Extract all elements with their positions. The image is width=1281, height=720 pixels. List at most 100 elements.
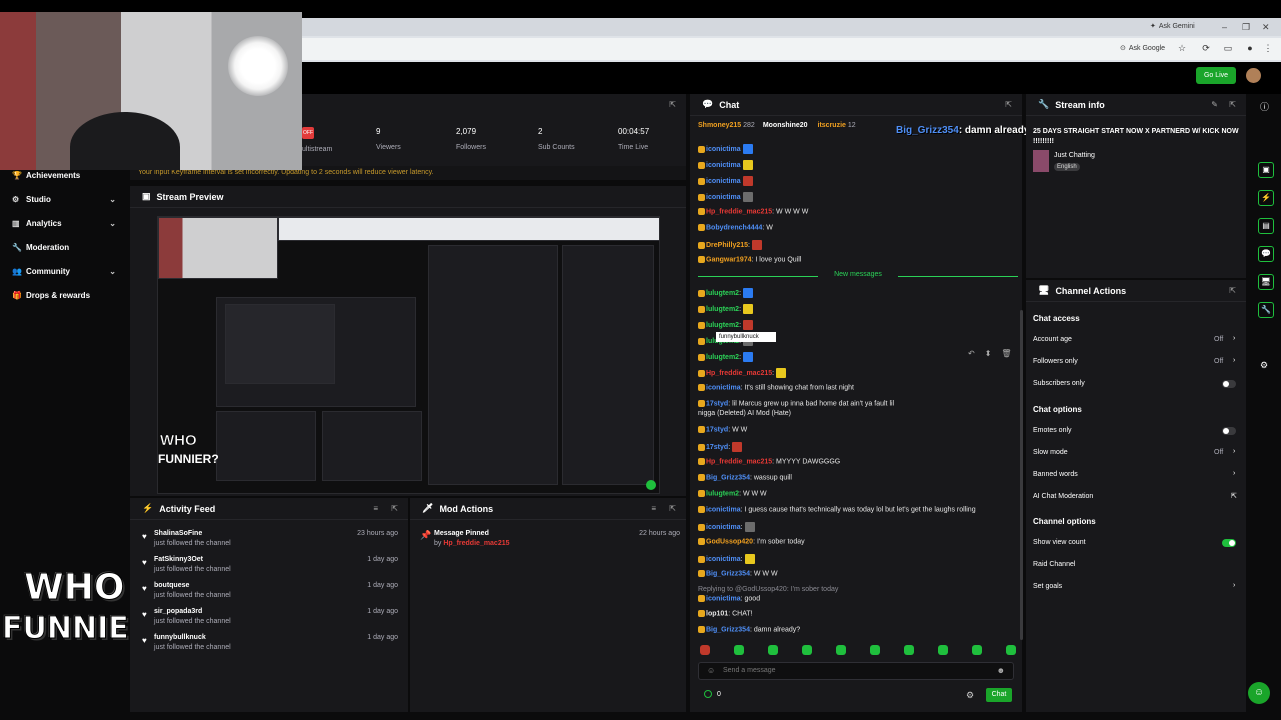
raid-channel-label[interactable]: Raid Channel bbox=[1033, 561, 1075, 568]
popout-icon[interactable]: ⇱ bbox=[1229, 100, 1236, 109]
star-icon[interactable]: ☆ bbox=[1176, 42, 1188, 54]
chat-message[interactable]: iconictima bbox=[698, 160, 756, 170]
chat-username[interactable]: Big_Grizz354 bbox=[706, 570, 750, 577]
chat-message[interactable]: Replying to @GodUssop420: I'm sober toda… bbox=[698, 586, 838, 593]
quick-emote-icon[interactable] bbox=[836, 645, 846, 655]
chevron-right-icon[interactable]: › bbox=[1233, 357, 1235, 364]
rail-button-4[interactable]: 💬 bbox=[1258, 246, 1274, 262]
quick-emote-icon[interactable] bbox=[972, 645, 982, 655]
filter-icon[interactable]: ≡ bbox=[373, 504, 378, 513]
chat-username[interactable]: iconictima bbox=[706, 146, 741, 153]
account-age-value[interactable]: Off bbox=[1214, 336, 1223, 343]
menu-icon[interactable]: ⋮ bbox=[1262, 42, 1274, 54]
follower-name[interactable]: ShalinaSoFine bbox=[154, 530, 202, 537]
chevron-right-icon[interactable]: › bbox=[1233, 335, 1235, 342]
chat-username[interactable]: iconictima bbox=[706, 595, 741, 602]
rail-button-2[interactable]: ⚡ bbox=[1258, 190, 1274, 206]
sidebar-item-community[interactable]: 👥 Community ⌄ bbox=[12, 262, 122, 280]
profile-icon[interactable]: ● bbox=[1244, 42, 1256, 54]
chat-message[interactable]: lulugtem2: bbox=[698, 352, 756, 362]
show-view-count-toggle[interactable] bbox=[1222, 539, 1236, 547]
set-goals-label[interactable]: Set goals bbox=[1033, 583, 1062, 590]
chevron-down-icon[interactable]: ⌄ bbox=[109, 267, 116, 276]
chat-send-button[interactable]: Chat bbox=[986, 688, 1012, 702]
chat-username[interactable]: Gangwar1974 bbox=[706, 256, 752, 263]
chat-message[interactable]: Gangwar1974: I love you Quill bbox=[698, 256, 801, 263]
quick-emote-icon[interactable] bbox=[700, 645, 710, 655]
chat-username[interactable]: DrePhilly215 bbox=[706, 242, 748, 249]
stream-preview-video[interactable]: WHO FUNNIER? bbox=[157, 216, 660, 494]
channel-points[interactable]: 0 bbox=[704, 690, 721, 698]
slow-mode-value[interactable]: Off bbox=[1214, 449, 1223, 456]
sidebar-item-analytics[interactable]: ▥ Analytics ⌄ bbox=[12, 214, 122, 232]
subscribers-only-toggle[interactable] bbox=[1222, 380, 1236, 388]
rail-button-1[interactable]: ▣ bbox=[1258, 162, 1274, 178]
chat-message[interactable]: lulugtem2: bbox=[698, 320, 756, 330]
chat-settings-icon[interactable]: ⚙ bbox=[966, 690, 974, 701]
chat-username[interactable]: iconictima bbox=[706, 194, 741, 201]
followers-only-value[interactable]: Off bbox=[1214, 358, 1223, 365]
new-messages-divider[interactable]: New messages bbox=[698, 271, 1018, 281]
chat-message[interactable]: Hp_freddie_mac215: MYYYY DAWGGGG bbox=[698, 458, 840, 465]
list-item[interactable]: ♥ boutquese just followed the channel 1 day… bbox=[142, 582, 398, 606]
banned-words-label[interactable]: Banned words bbox=[1033, 471, 1078, 478]
quick-emote-icon[interactable] bbox=[768, 645, 778, 655]
extensions-icon[interactable]: ⟳ bbox=[1200, 42, 1212, 54]
popout-icon[interactable]: ⇱ bbox=[391, 504, 398, 513]
chat-message[interactable]: iconictima: good bbox=[698, 595, 760, 602]
chevron-right-icon[interactable]: › bbox=[1233, 470, 1235, 477]
chat-message[interactable]: lop101: CHAT! bbox=[698, 610, 753, 617]
popout-icon[interactable]: ⇱ bbox=[1005, 100, 1012, 109]
sidepanel-icon[interactable]: ▭ bbox=[1222, 42, 1234, 54]
chat-message[interactable]: Bobydrench4444: W bbox=[698, 224, 773, 231]
help-chat-icon[interactable]: ☺ bbox=[1248, 682, 1270, 704]
external-link-icon[interactable]: ⇱ bbox=[1231, 492, 1237, 500]
chat-username[interactable]: iconictima bbox=[706, 506, 741, 513]
chevron-down-icon[interactable]: ⌄ bbox=[109, 195, 116, 204]
list-item[interactable]: ♥ FatSkinny3Oet just followed the channel 1… bbox=[142, 556, 398, 580]
quick-emote-icon[interactable] bbox=[1006, 645, 1016, 655]
leaderboard-user[interactable]: Moonshine20 bbox=[763, 122, 810, 129]
follower-name[interactable]: funnybullknuck bbox=[154, 634, 206, 641]
popout-icon[interactable]: ⇱ bbox=[669, 504, 676, 513]
leaderboard-user[interactable]: itscruzie 12 bbox=[818, 122, 856, 129]
emote-picker-icon[interactable]: ☻ bbox=[997, 666, 1005, 675]
chat-scrollbar[interactable] bbox=[1020, 310, 1023, 640]
follower-name[interactable]: boutquese bbox=[154, 582, 189, 589]
chat-input[interactable]: ☺ Send a message ☻ bbox=[698, 662, 1014, 680]
chat-message[interactable]: lulugtem2: bbox=[698, 304, 756, 314]
sidebar-item-moderation[interactable]: 🔧 Moderation bbox=[12, 238, 122, 256]
chat-message[interactable]: Big_Grizz354: W W W bbox=[698, 570, 778, 577]
chat-message[interactable]: DrePhilly215: bbox=[698, 240, 765, 250]
chat-message[interactable]: Hp_freddie_mac215: W W W W bbox=[698, 208, 808, 215]
chevron-down-icon[interactable]: ⌄ bbox=[109, 219, 116, 228]
sidebar-item-studio[interactable]: ⚙ Studio ⌄ bbox=[12, 190, 122, 208]
quick-emote-icon[interactable] bbox=[904, 645, 914, 655]
chat-message[interactable]: GodUssop420: I'm sober today bbox=[698, 538, 805, 545]
chat-message[interactable]: iconictima: I guess cause that's technic… bbox=[698, 506, 976, 513]
chat-message[interactable]: 17styd: W W bbox=[698, 426, 747, 433]
chat-username[interactable]: lulugtem2 bbox=[706, 322, 739, 329]
close-icon[interactable]: ✕ bbox=[1262, 22, 1270, 33]
chat-username[interactable]: Big_Grizz354 bbox=[706, 626, 750, 633]
avatar[interactable] bbox=[1246, 68, 1261, 83]
follower-name[interactable]: FatSkinny3Oet bbox=[154, 556, 203, 563]
chat-username[interactable]: Hp_freddie_mac215 bbox=[706, 370, 772, 377]
rail-button-5[interactable]: 🖥 bbox=[1258, 274, 1274, 290]
chat-username[interactable]: Big_Grizz354 bbox=[706, 474, 750, 481]
chat-message[interactable]: Big_Grizz354: damn already? bbox=[698, 626, 800, 633]
sidebar-item-drops-rewards[interactable]: 🎁 Drops & rewards bbox=[12, 286, 122, 304]
chat-message[interactable]: iconictima bbox=[698, 192, 756, 202]
popout-icon[interactable]: ⇱ bbox=[669, 100, 676, 109]
chat-message[interactable]: iconictima bbox=[698, 176, 756, 186]
chat-message[interactable]: lulugtem2: W W W bbox=[698, 490, 767, 497]
chat-username[interactable]: 17styd bbox=[706, 444, 728, 451]
ask-google-button[interactable]: ⊙ Ask Google bbox=[1120, 44, 1165, 53]
chat-username[interactable]: lop101 bbox=[706, 610, 728, 617]
chat-username[interactable]: Hp_freddie_mac215 bbox=[706, 208, 772, 215]
ask-gemini-button[interactable]: ✦ Ask Gemini bbox=[1150, 22, 1195, 31]
filter-icon[interactable]: ≡ bbox=[651, 504, 656, 513]
ai-moderation-label[interactable]: AI Chat Moderation bbox=[1033, 493, 1093, 500]
chat-message[interactable]: Hp_freddie_mac215: bbox=[698, 368, 789, 378]
minimize-icon[interactable]: – bbox=[1222, 22, 1227, 32]
